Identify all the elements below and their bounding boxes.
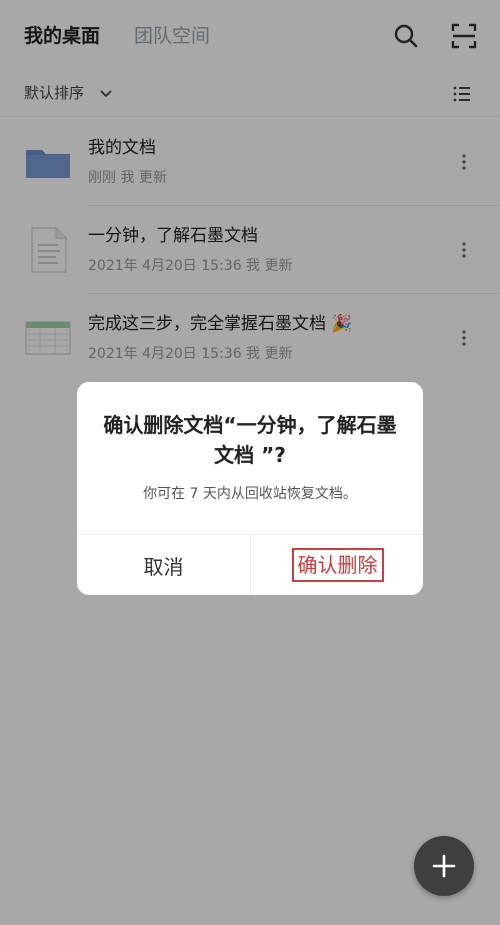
confirm-delete-button[interactable]: 确认删除 <box>251 535 423 595</box>
confirm-delete-dialog: 确认删除文档“一分钟，了解石墨文档 ”? 你可在 7 天内从回收站恢复文档。 取… <box>77 382 423 595</box>
app-screen: 我的桌面 团队空间 默认排序 我的文档 刚刚 我 更新 一分钟，了解石墨文档 2… <box>0 0 500 925</box>
dialog-title: 确认删除文档“一分钟，了解石墨文档 ”? <box>103 413 397 467</box>
create-button[interactable] <box>414 836 474 896</box>
dialog-message: 你可在 7 天内从回收站恢复文档。 <box>143 486 357 502</box>
plus-icon <box>432 854 456 878</box>
cancel-button[interactable]: 取消 <box>77 535 250 595</box>
confirm-delete-label: 确认删除 <box>291 548 384 582</box>
